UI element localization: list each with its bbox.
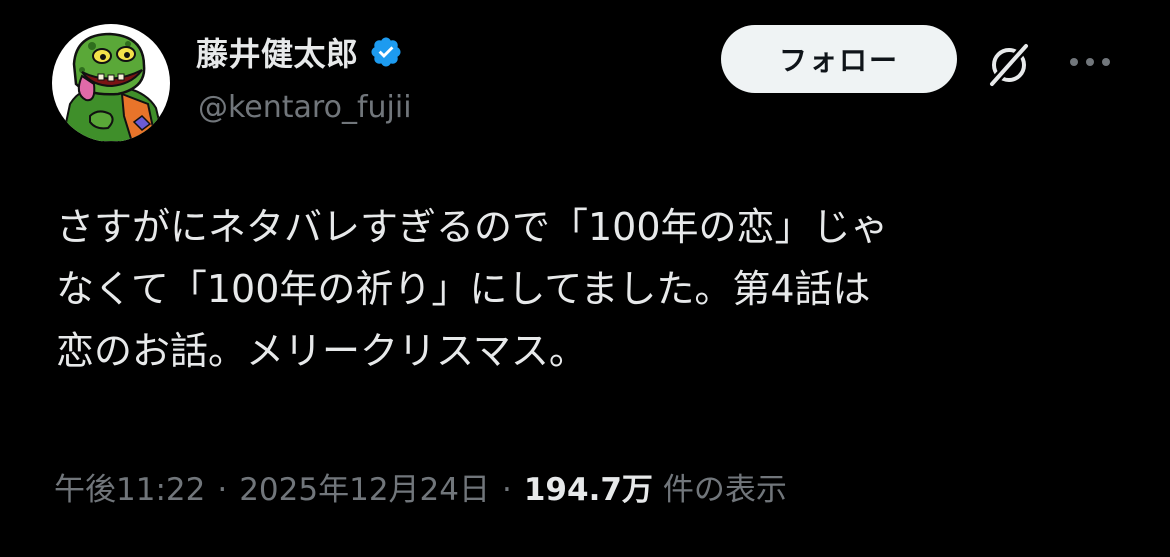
tweet-text-line: さすがにネタバレすぎるので「100年の恋」じゃ [56, 205, 889, 249]
meta-separator: · [502, 472, 512, 508]
tweet-meta: 午後11:22 · 2025年12月24日 · 194.7万 件の表示 [54, 464, 787, 509]
tweet-text-line: 恋のお話。メリークリスマス。 [56, 329, 587, 373]
author-handle[interactable]: @kentaro_fujii [198, 90, 412, 125]
follow-button[interactable]: フォロー [721, 25, 957, 93]
tweet-text: さすがにネタバレすぎるので「100年の恋」じゃ なくて「100年の祈り」にしてま… [56, 196, 1126, 382]
tweet-text-line: なくて「100年の祈り」にしてました。第4話は [56, 267, 871, 311]
avatar[interactable] [52, 24, 170, 142]
tweet-date[interactable]: 2025年12月24日 [239, 464, 490, 509]
author-name-row: 藤井健太郎 [196, 30, 403, 74]
verified-badge-icon[interactable] [369, 35, 403, 69]
more-options-icon[interactable] [1066, 52, 1114, 72]
meta-separator: · [217, 472, 228, 508]
green-monster-avatar-icon [60, 32, 166, 142]
tweet-time[interactable]: 午後11:22 [54, 464, 205, 509]
display-name[interactable]: 藤井健太郎 [196, 29, 359, 75]
grok-icon[interactable] [984, 40, 1034, 90]
views-label: 件の表示 [662, 472, 787, 508]
tweet-card: 藤井健太郎 @kentaro_fujii フォロー さすがにネタバレすぎるので「… [0, 0, 1170, 557]
views-count[interactable]: 194.7万 [524, 464, 653, 509]
